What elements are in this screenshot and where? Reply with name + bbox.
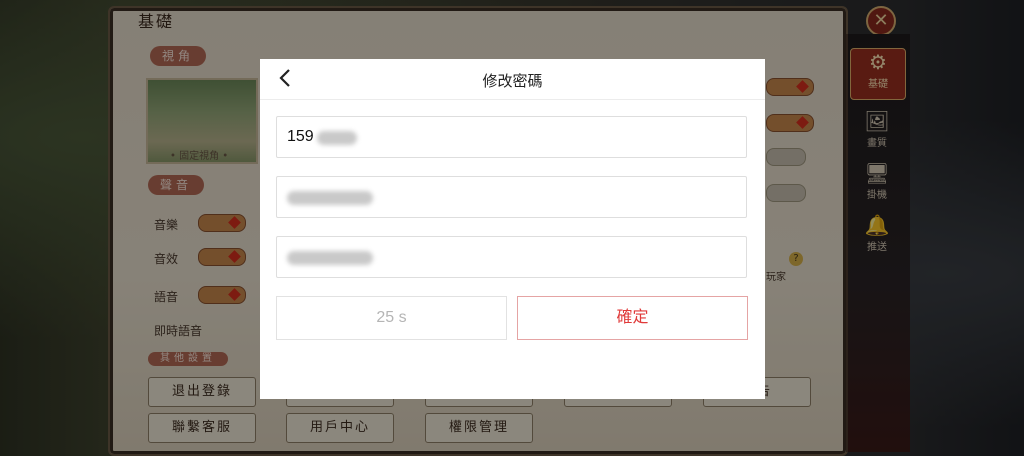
blurred-text (287, 251, 373, 265)
phone-value: 159 (287, 128, 314, 145)
dialog-header: 修改密碼 (260, 59, 765, 100)
change-password-dialog: 修改密碼 159 25 s 確定 (260, 59, 765, 399)
blurred-text (287, 191, 373, 205)
verification-code-field[interactable] (276, 176, 747, 218)
dialog-title: 修改密碼 (482, 73, 543, 90)
new-password-field[interactable] (276, 236, 747, 278)
phone-field[interactable]: 159 (276, 116, 747, 158)
send-code-countdown-button[interactable]: 25 s (276, 296, 507, 340)
blurred-text (317, 131, 357, 145)
confirm-button[interactable]: 確定 (517, 296, 748, 340)
